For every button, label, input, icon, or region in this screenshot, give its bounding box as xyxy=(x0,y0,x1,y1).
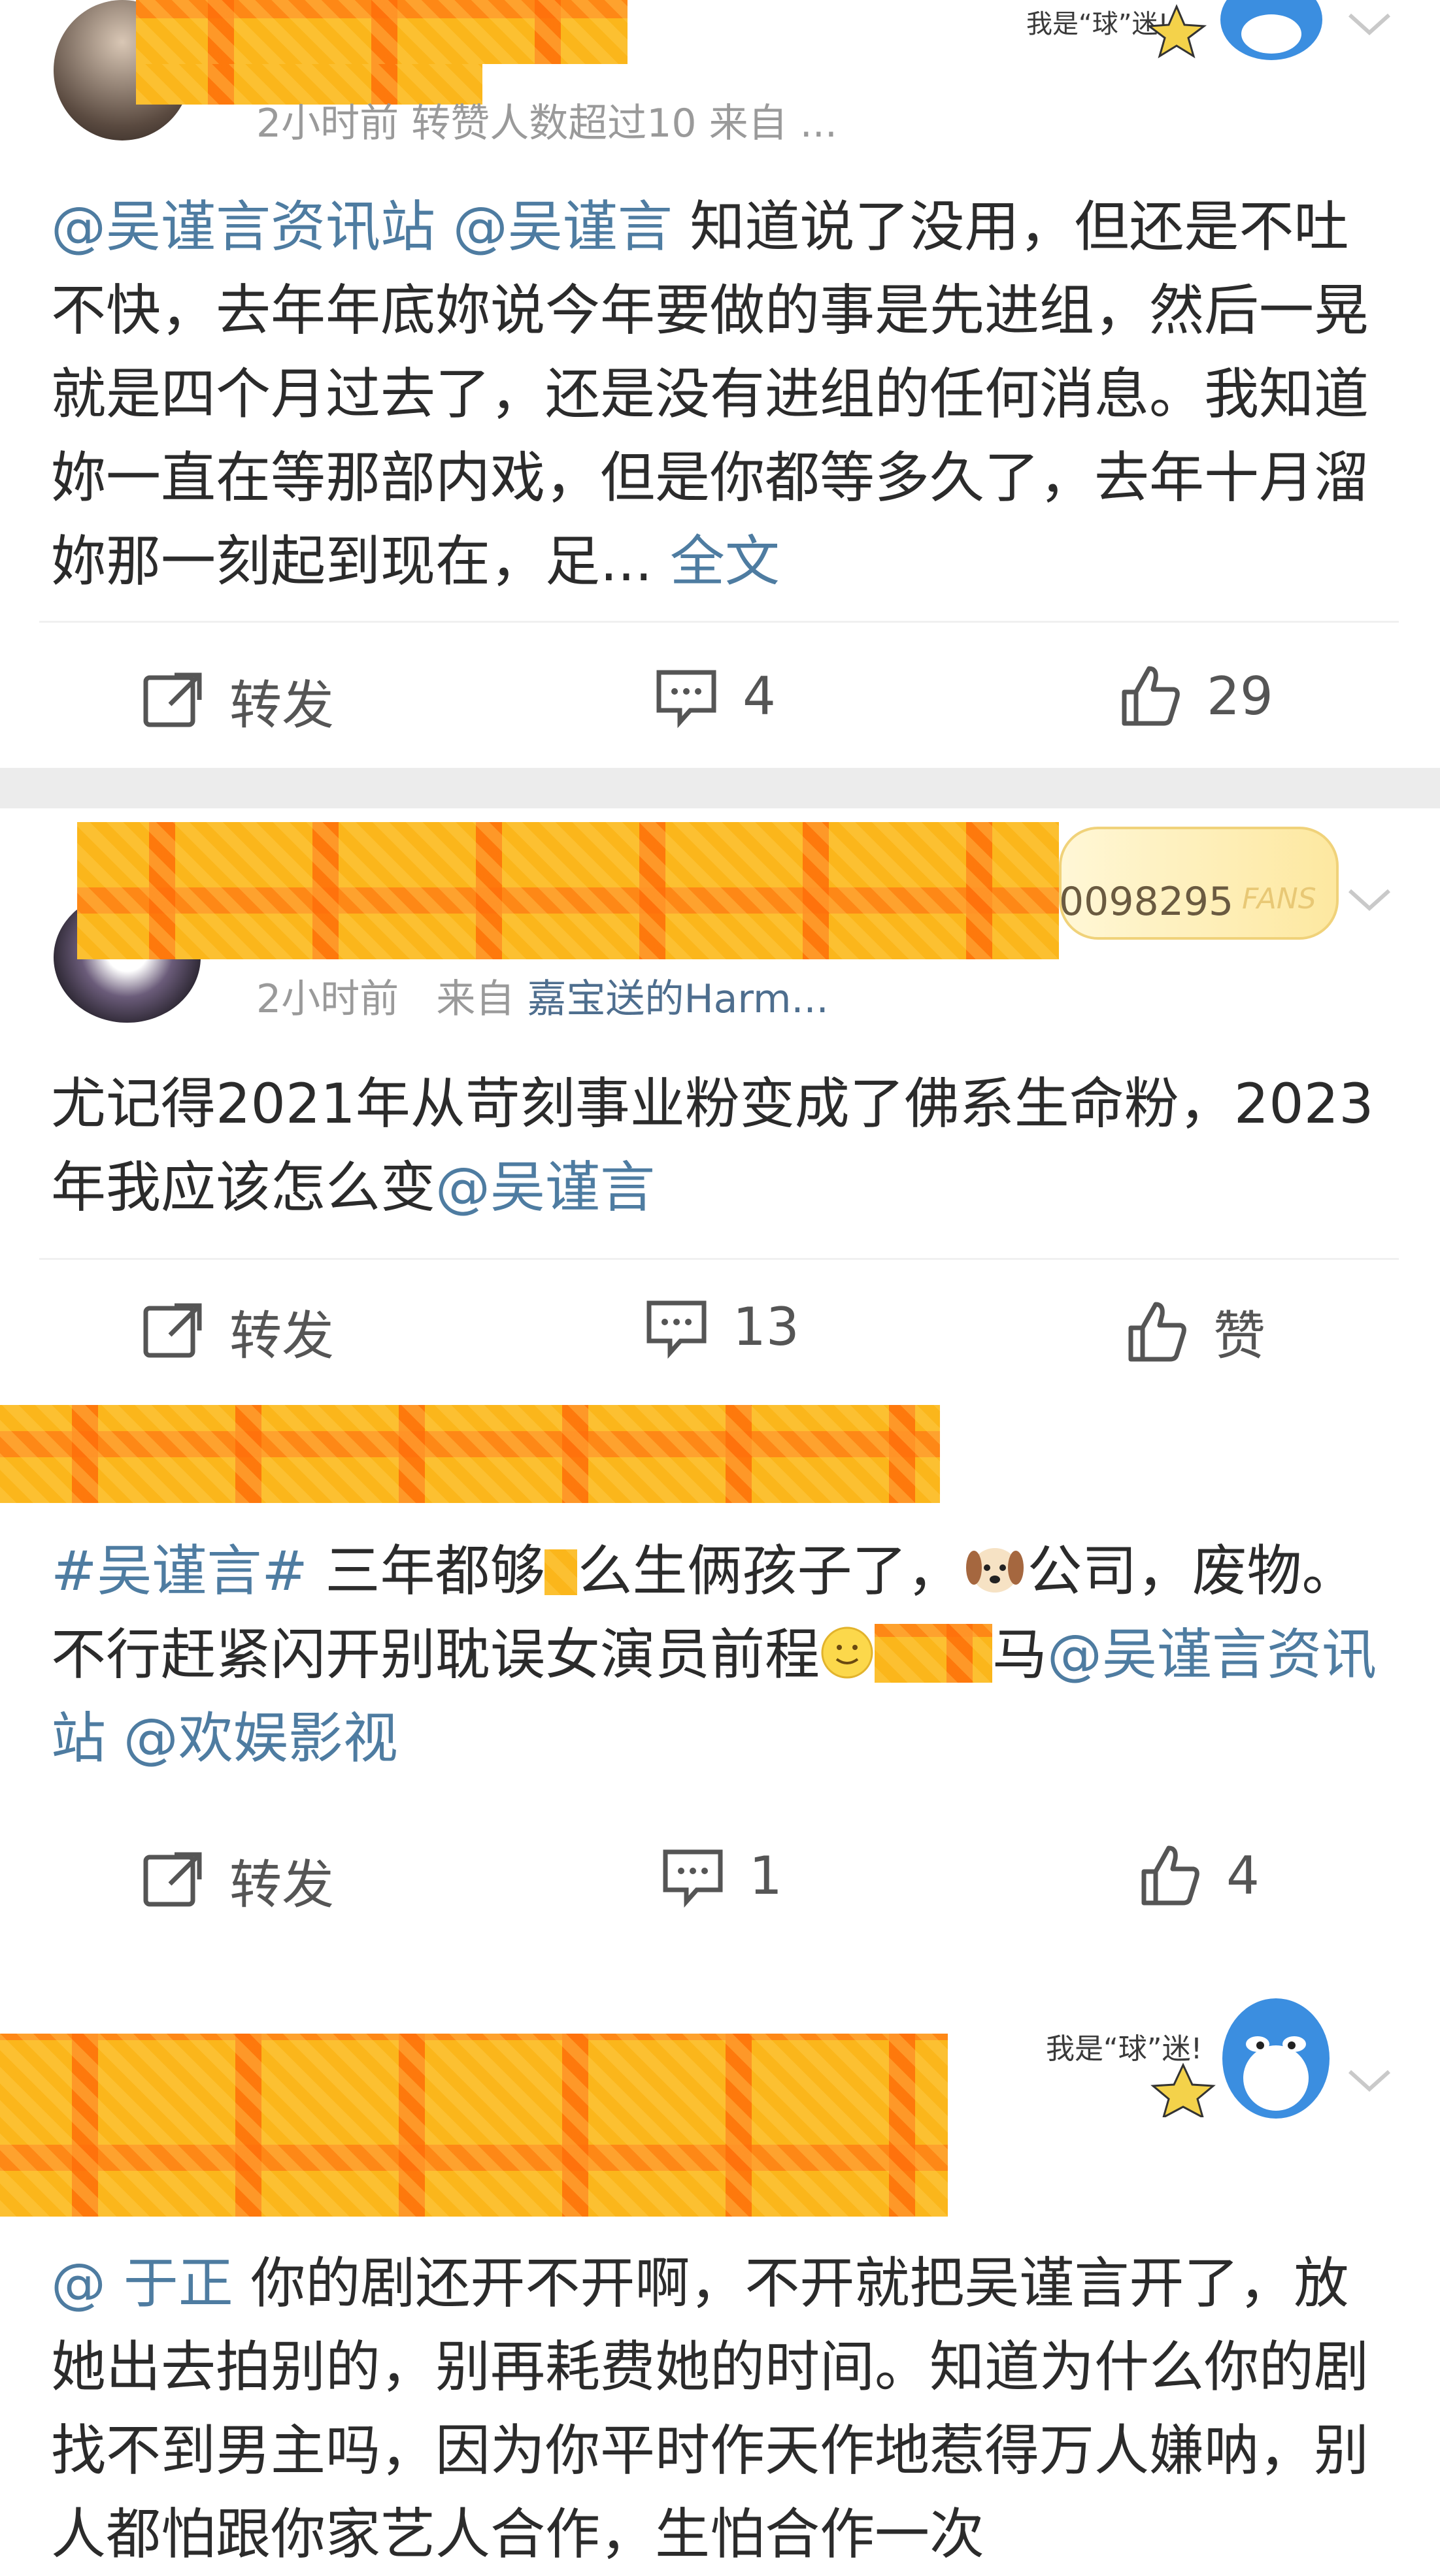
text-span: 么生俩孩子了， xyxy=(577,1539,962,1603)
source-link[interactable]: 嘉宝送的Harm... xyxy=(527,976,828,1022)
redacted-word xyxy=(544,1549,578,1595)
comment-button[interactable]: 1 xyxy=(660,1843,782,1908)
fan-badge: 我是“球”迷! xyxy=(1039,2000,1222,2119)
fans-id: 0098295 xyxy=(1059,879,1234,925)
mention-link[interactable]: @吴谨言 xyxy=(453,195,673,259)
like-button[interactable]: 4 xyxy=(1137,1843,1260,1908)
redacted-word xyxy=(875,1624,993,1683)
chevron-down-icon xyxy=(1348,889,1391,912)
redacted-header xyxy=(0,1405,940,1503)
redacted-username xyxy=(136,0,628,64)
like-button[interactable]: 赞 xyxy=(1124,1294,1265,1370)
post-separator xyxy=(0,768,1440,808)
post-meta: 2小时前 来自 嘉宝送的Harm... xyxy=(256,967,829,1024)
redacted-username xyxy=(77,822,1059,959)
repost-button[interactable]: 转发 xyxy=(141,1843,334,1919)
post-time: 2小时前 xyxy=(256,976,399,1022)
thumbs-up-icon xyxy=(1141,1845,1199,1906)
mention-link[interactable]: @吴谨言资讯站 xyxy=(51,195,435,259)
mention-link[interactable]: @吴谨言 xyxy=(435,1155,655,1219)
divider xyxy=(39,1258,1399,1260)
text-span: 三年都够 xyxy=(307,1539,545,1603)
chevron-down-icon xyxy=(1348,2070,1391,2092)
like-label: 赞 xyxy=(1213,1306,1265,1366)
repost-label: 转发 xyxy=(229,675,334,736)
repost-icon xyxy=(143,1852,202,1907)
full-text-link[interactable]: 全文 xyxy=(670,529,780,593)
thumbs-up-icon xyxy=(1128,1302,1186,1362)
comment-icon xyxy=(646,1300,707,1359)
repost-button[interactable]: 转发 xyxy=(141,663,334,739)
repost-icon xyxy=(143,672,202,727)
post-text: #吴谨言# 三年都够 么生俩孩子了， 公司，废物。不行赶紧闪开别耽误女演员前程 马@吴… xyxy=(51,1529,1398,1780)
redacted-header xyxy=(0,2034,948,2217)
like-count: 4 xyxy=(1226,1845,1260,1906)
comment-button[interactable]: 13 xyxy=(644,1294,799,1359)
text-span xyxy=(106,1706,124,1770)
comment-icon xyxy=(656,670,716,729)
text-span: 尤记得2021年从苛刻事业粉变成了佛系生命粉，2023年我应该怎么变 xyxy=(51,1072,1374,1219)
fan-badge: 我是“球”迷! xyxy=(1013,0,1209,59)
action-row: 转发 4 29 xyxy=(0,650,1440,755)
like-button[interactable]: 29 xyxy=(1118,663,1273,729)
comment-icon xyxy=(663,1849,723,1908)
divider xyxy=(39,621,1399,623)
text-span: 马 xyxy=(992,1623,1048,1687)
comment-count: 13 xyxy=(733,1296,799,1357)
repost-button[interactable]: 转发 xyxy=(141,1294,334,1370)
post-text: @吴谨言资讯站 @吴谨言 知道说了没用，但还是不吐不快，去年年底妳说今年要做的事… xyxy=(51,185,1398,603)
badge-text: 我是“球”迷! xyxy=(1026,9,1168,39)
topic-link[interactable]: #吴谨言# xyxy=(51,1539,308,1603)
fans-label: FANS xyxy=(1242,882,1316,916)
post-menu-chevron[interactable] xyxy=(1347,12,1392,41)
post-menu-chevron[interactable] xyxy=(1347,887,1392,916)
action-row: 转发 1 4 xyxy=(0,1830,1440,1934)
post-text: 尤记得2021年从苛刻事业粉变成了佛系生命粉，2023年我应该怎么变@吴谨言 xyxy=(51,1062,1398,1229)
mascot-icon xyxy=(1217,1993,1335,2124)
repost-icon xyxy=(143,1303,202,1358)
smile-emoji-icon xyxy=(820,1619,875,1679)
post-meta: 2小时前 转赞人数超过10 来自 ... xyxy=(256,101,837,146)
text-span: 你的剧还开不开啊，不开就把吴谨言开了，放她出去拍别的，别再耗费她的时间。知道为什… xyxy=(51,2251,1369,2566)
repost-label: 转发 xyxy=(229,1855,334,1915)
comment-count: 4 xyxy=(743,665,776,727)
post-text: @ 于正 你的剧还开不开啊，不开就把吴谨言开了，放她出去拍别的，别再耗费她的时间… xyxy=(51,2241,1398,2576)
action-row: 转发 13 赞 xyxy=(0,1281,1440,1385)
post-from: 来自 xyxy=(436,976,515,1022)
post-menu-chevron[interactable] xyxy=(1347,2068,1392,2097)
repost-label: 转发 xyxy=(229,1306,334,1366)
like-count: 29 xyxy=(1207,665,1273,727)
mention-link[interactable]: @欢娱影视 xyxy=(124,1706,398,1770)
thumbs-up-icon xyxy=(1122,666,1180,726)
mascot-icon xyxy=(1216,0,1327,65)
chevron-down-icon xyxy=(1348,13,1391,36)
mention-link[interactable]: @ 于正 xyxy=(51,2251,233,2315)
comment-count: 1 xyxy=(749,1845,782,1906)
dog-emoji-icon xyxy=(962,1536,1028,1593)
text-span xyxy=(435,195,453,259)
badge-text: 我是“球”迷! xyxy=(1046,2032,1202,2066)
comment-button[interactable]: 4 xyxy=(654,663,776,729)
